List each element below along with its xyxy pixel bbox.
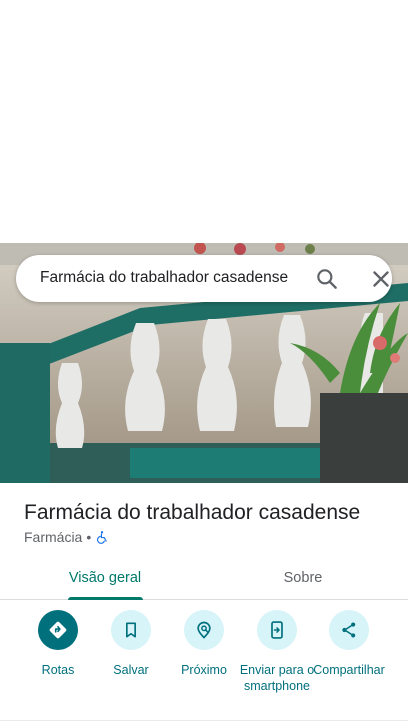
place-title: Farmácia do trabalhador casadense xyxy=(24,501,361,524)
share-button-circle[interactable] xyxy=(329,610,369,650)
bookmark-icon xyxy=(126,622,136,638)
tab-selected-indicator xyxy=(68,597,143,600)
save-button[interactable]: Salvar xyxy=(91,610,171,678)
directions-label: Rotas xyxy=(41,663,75,677)
share-button[interactable]: Compartilhar xyxy=(309,610,389,678)
wheelchair-accessible-icon[interactable] xyxy=(95,530,109,544)
nearby-button-circle[interactable] xyxy=(184,610,224,650)
map-area-blank xyxy=(0,0,408,243)
send-to-phone-label: Enviar para o smartphone xyxy=(239,663,315,693)
close-icon xyxy=(373,271,389,287)
place-subtitle: Farmácia • xyxy=(24,529,109,545)
search-icon xyxy=(317,269,337,289)
tab-overview[interactable]: Visão geral xyxy=(30,556,180,600)
save-button-circle[interactable] xyxy=(111,610,151,650)
send-to-phone-button[interactable]: Enviar para o smartphone xyxy=(237,610,317,694)
directions-icon xyxy=(49,621,67,639)
tab-bar: Visão geral Sobre xyxy=(0,556,408,600)
search-button[interactable] xyxy=(314,266,340,292)
place-category: Farmácia xyxy=(24,529,83,545)
nearby-label: Próximo xyxy=(181,663,227,677)
close-button[interactable] xyxy=(368,266,394,292)
directions-button-circle[interactable] xyxy=(38,610,78,650)
directions-button[interactable]: Rotas xyxy=(18,610,98,678)
share-icon xyxy=(342,622,356,638)
send-to-phone-icon xyxy=(271,621,283,639)
tab-about[interactable]: Sobre xyxy=(228,556,378,600)
save-label: Salvar xyxy=(113,663,149,677)
nearby-icon xyxy=(197,621,211,639)
action-buttons-row: Rotas Salvar Próximo Enviar para o smart… xyxy=(0,610,408,720)
nearby-button[interactable]: Próximo xyxy=(164,610,244,678)
search-bar[interactable]: Farmácia do trabalhador casadense xyxy=(16,255,392,302)
send-to-phone-button-circle[interactable] xyxy=(257,610,297,650)
separator-dot: • xyxy=(86,529,92,545)
share-label: Compartilhar xyxy=(313,663,385,677)
search-input[interactable]: Farmácia do trabalhador casadense xyxy=(40,269,290,287)
place-details-page: Farmácia do trabalhador casadense Farmác… xyxy=(0,0,408,726)
divider xyxy=(0,720,408,721)
